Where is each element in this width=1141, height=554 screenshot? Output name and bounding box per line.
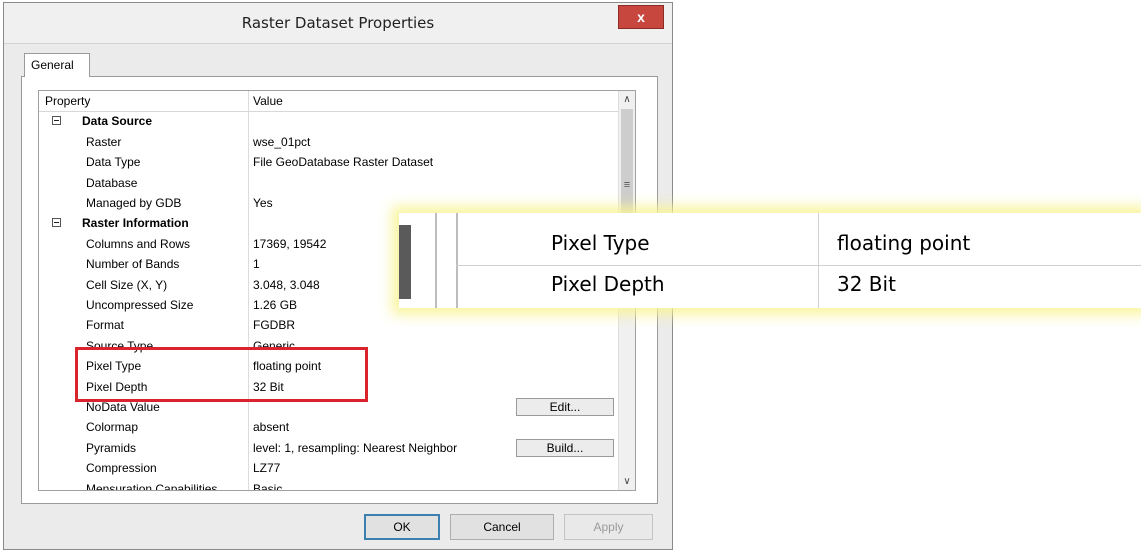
property-name: Cell Size (X, Y) bbox=[86, 277, 168, 292]
property-value: Generic bbox=[253, 338, 296, 353]
property-name: Mensuration Capabilities bbox=[86, 481, 218, 491]
edit-button[interactable]: Edit... bbox=[516, 398, 614, 416]
property-name: Data Type bbox=[86, 155, 141, 170]
property-name: Pixel Type bbox=[86, 359, 142, 374]
property-row[interactable]: Data Type File GeoDatabase Raster Dataset bbox=[39, 152, 620, 172]
zoom-column-divider bbox=[818, 213, 819, 308]
ok-button[interactable]: OK bbox=[364, 514, 440, 540]
zoom-pixel-depth-label: Pixel Depth bbox=[551, 272, 665, 296]
property-row[interactable]: Raster wse_01pct bbox=[39, 132, 620, 152]
property-row[interactable]: Pixel Depth 32 Bit bbox=[39, 377, 620, 397]
property-value: 32 Bit bbox=[253, 379, 284, 394]
property-value: Yes bbox=[253, 196, 273, 210]
zoom-edge bbox=[399, 225, 411, 299]
property-row[interactable]: Pyramids level: 1, resampling: Nearest Ne… bbox=[39, 438, 620, 458]
property-name: Colormap bbox=[86, 420, 139, 435]
property-name: Database bbox=[86, 175, 138, 190]
property-row[interactable]: Pixel Type floating point bbox=[39, 356, 620, 376]
property-row[interactable]: Colormap absent bbox=[39, 417, 620, 437]
property-row[interactable]: Compression LZ77 bbox=[39, 458, 620, 478]
tab-general[interactable]: General bbox=[24, 53, 90, 77]
property-name: Number of Bands bbox=[86, 257, 180, 272]
dialog-title: Raster Dataset Properties bbox=[241, 14, 435, 32]
property-name: Data Source bbox=[82, 114, 153, 129]
build-button[interactable]: Build... bbox=[516, 438, 614, 457]
zoom-pixel-type-label: Pixel Type bbox=[551, 231, 650, 255]
zoom-pixel-depth-value: 32 Bit bbox=[837, 272, 896, 296]
property-row[interactable]: Mensuration Capabilities Basic bbox=[39, 479, 620, 491]
property-name: Source Type bbox=[86, 338, 154, 353]
property-value: File GeoDatabase Raster Dataset bbox=[253, 155, 434, 170]
property-name: Compression bbox=[86, 461, 157, 476]
property-name: Uncompressed Size bbox=[86, 298, 194, 312]
header-property[interactable]: Property bbox=[45, 91, 90, 111]
property-name: Columns and Rows bbox=[86, 236, 191, 251]
collapse-icon[interactable] bbox=[52, 218, 61, 228]
property-row[interactable]: NoData Value Edit... bbox=[39, 397, 620, 417]
property-name: Pixel Depth bbox=[86, 379, 148, 394]
property-row[interactable]: Database bbox=[39, 173, 620, 193]
collapse-icon[interactable] bbox=[52, 116, 61, 126]
property-value: FGDBR bbox=[253, 318, 295, 333]
property-row[interactable]: Managed by GDB Yes bbox=[39, 193, 620, 213]
zoom-gutter-line bbox=[456, 213, 458, 308]
property-name: Format bbox=[86, 318, 125, 333]
property-name: Raster bbox=[86, 134, 122, 149]
property-name: Raster Information bbox=[82, 216, 189, 231]
scroll-up-icon[interactable]: ∧ bbox=[619, 91, 635, 108]
property-value: Basic bbox=[253, 481, 283, 491]
zoom-pixel-type-value: floating point bbox=[837, 231, 971, 255]
cancel-button[interactable]: Cancel bbox=[450, 514, 554, 540]
scroll-down-icon[interactable]: ∨ bbox=[619, 473, 635, 490]
scroll-thumb[interactable] bbox=[621, 109, 633, 224]
scroll-grip-icon: ≡ bbox=[623, 179, 631, 191]
close-button[interactable]: x bbox=[618, 5, 664, 29]
zoom-callout: Pixel Type floating point Pixel Depth 32… bbox=[399, 213, 1141, 308]
property-value: absent bbox=[253, 420, 290, 435]
property-row[interactable]: Source Type Generic bbox=[39, 336, 620, 356]
grid-header: Property Value bbox=[39, 91, 620, 113]
header-value[interactable]: Value bbox=[253, 91, 613, 111]
zoom-gutter-line bbox=[435, 213, 437, 308]
apply-button[interactable]: Apply bbox=[564, 514, 653, 540]
property-value: LZ77 bbox=[253, 461, 281, 476]
property-value: floating point bbox=[253, 359, 322, 374]
title-bar: Raster Dataset Properties x bbox=[4, 3, 672, 44]
zoom-row-divider bbox=[456, 265, 1141, 266]
property-name: Pyramids bbox=[86, 440, 137, 455]
property-name: Managed by GDB bbox=[86, 196, 182, 210]
category-row[interactable]: Data Source bbox=[39, 111, 620, 131]
property-name: NoData Value bbox=[86, 400, 160, 414]
property-row[interactable]: Format FGDBR bbox=[39, 315, 620, 335]
property-value: wse_01pct bbox=[253, 134, 311, 149]
